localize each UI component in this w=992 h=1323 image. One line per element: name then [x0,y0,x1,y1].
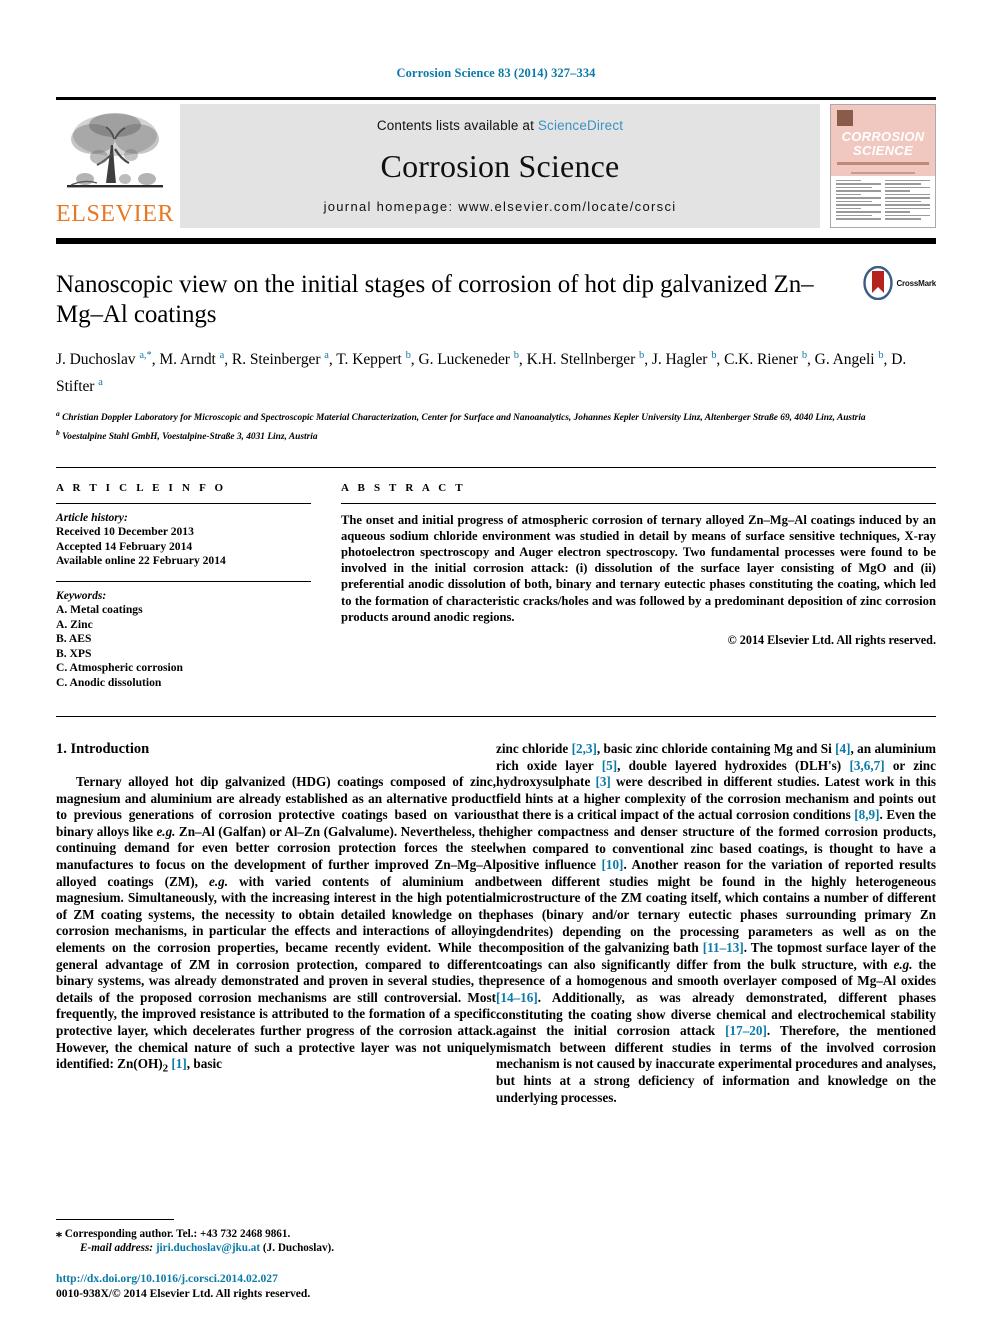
cover-title-line1: CORROSION [841,129,925,144]
email-link[interactable]: jiri.duchoslav@jku.at [156,1242,260,1254]
masthead-top-rule [56,97,936,100]
email-suffix: (J. Duchoslav). [262,1242,335,1254]
cover-top: CORROSION SCIENCE [831,105,935,176]
abstract-bottom-rule [56,716,936,718]
body-columns: 1. Introduction Ternary alloyed hot dip … [56,741,936,1106]
title-block: Nanoscopic view on the initial stages of… [56,266,936,445]
article-received: Received 10 December 2013 [56,525,194,539]
body-column-left: 1. Introduction Ternary alloyed hot dip … [56,741,496,1106]
doi-block: http://dx.doi.org/10.1016/j.corsci.2014.… [56,1272,496,1301]
crossmark-badge[interactable]: CrossMark [863,266,936,300]
paper-page: Corrosion Science 83 (2014) 327–334 ELSE… [0,0,992,1323]
page-title: Nanoscopic view on the initial stages of… [56,271,814,328]
keyword-item: B. XPS [56,646,92,660]
column-gap [311,482,341,691]
article-info-column: A R T I C L E I N F O Article history: R… [56,482,311,691]
affiliation-b-text: Voestalpine Stahl GmbH, Voestalpine-Stra… [62,432,318,443]
doi-line: http://dx.doi.org/10.1016/j.corsci.2014.… [56,1272,496,1287]
corresponding-author-note: ⁎ Corresponding author. Tel.: +43 732 24… [56,1226,496,1241]
journal-homepage-line[interactable]: journal homepage: www.elsevier.com/locat… [324,199,677,214]
footnote-rule [56,1219,174,1220]
sciencedirect-link[interactable]: ScienceDirect [538,118,623,133]
doi-link[interactable]: http://dx.doi.org/10.1016/j.corsci.2014.… [56,1272,278,1285]
journal-name: Corrosion Science [380,147,620,184]
author-list: J. Duchoslav a,*, M. Arndt a, R. Steinbe… [56,350,907,396]
intro-paragraph-left: Ternary alloyed hot dip galvanized (HDG)… [56,774,496,1075]
crossmark-label: CrossMark [896,278,936,288]
contents-prefix: Contents lists available at [376,118,538,133]
article-info-rule [56,502,311,504]
article-available-online: Available online 22 February 2014 [56,554,226,568]
email-label: E-mail address: [80,1242,154,1254]
section-heading-introduction: 1. Introduction [56,741,150,758]
affiliation-a-text: Christian Doppler Laboratory for Microsc… [62,413,866,424]
affiliation-a: a Christian Doppler Laboratory for Micro… [56,409,866,424]
abstract-rule [341,502,936,504]
intro-paragraph-right: zinc chloride [2,3], basic zinc chloride… [496,741,937,1105]
info-top-rule [56,466,936,468]
keyword-item: B. AES [56,632,92,646]
corresponding-author-text: Corresponding author. Tel.: +43 732 2468… [64,1228,291,1240]
body-column-right: zinc chloride [2,3], basic zinc chloride… [496,741,936,1106]
article-history-label: Article history: [56,510,128,524]
elsevier-logo: ELSEVIER [56,104,174,228]
crossmark-icon [863,266,894,300]
article-history: Article history: Received 10 December 20… [56,511,311,569]
keyword-item: C. Atmospheric corrosion [56,661,183,675]
info-abstract-row: A R T I C L E I N F O Article history: R… [56,482,936,691]
cover-rule [837,162,929,165]
keyword-item: A. Zinc [56,617,93,631]
keyword-item: C. Anodic dissolution [56,675,162,689]
asterisk-icon: ⁎ [56,1226,62,1240]
running-head: Corrosion Science 83 (2014) 327–334 [396,66,596,80]
affiliations: a Christian Doppler Laboratory for Micro… [56,407,936,444]
elsevier-wordmark: ELSEVIER [55,201,175,227]
keywords-label: Keywords: [56,588,107,602]
abstract-text: The onset and initial progress of atmosp… [341,512,936,624]
cover-text-col-left [836,179,881,223]
article-accepted: Accepted 14 February 2014 [56,539,193,553]
cover-rule-2 [850,172,916,174]
masthead-center-panel: Contents lists available at ScienceDirec… [180,104,820,228]
cover-badge-icon [837,110,853,126]
article-info-heading: A R T I C L E I N F O [56,481,227,494]
keyword-item: A. Metal coatings [56,603,143,617]
title-top-rule [56,238,936,244]
cover-title-line2: SCIENCE [853,143,913,158]
keywords-rule [56,580,311,582]
contents-available-line: Contents lists available at ScienceDirec… [377,118,623,133]
email-note: E-mail address: jiri.duchoslav@jku.at (J… [56,1241,496,1255]
elsevier-tree-icon [67,113,163,188]
affiliation-b: b Voestalpine Stahl GmbH, Voestalpine-St… [56,428,318,443]
footnote-block: ⁎ Corresponding author. Tel.: +43 732 24… [56,1219,496,1301]
abstract-heading: A B S T R A C T [341,481,466,494]
cover-bottom [831,176,935,227]
journal-cover-thumbnail[interactable]: CORROSION SCIENCE [830,104,936,228]
keywords-list: Keywords: A. Metal coatings A. Zinc B. A… [56,589,311,691]
cover-text-col-right [885,179,930,223]
issn-copyright-line: 0010-938X/© 2014 Elsevier Ltd. All right… [56,1286,311,1300]
abstract-copyright: © 2014 Elsevier Ltd. All rights reserved… [727,632,936,647]
journal-masthead: ELSEVIER Contents lists available at Sci… [56,104,936,228]
abstract-column: A B S T R A C T The onset and initial pr… [341,482,936,691]
